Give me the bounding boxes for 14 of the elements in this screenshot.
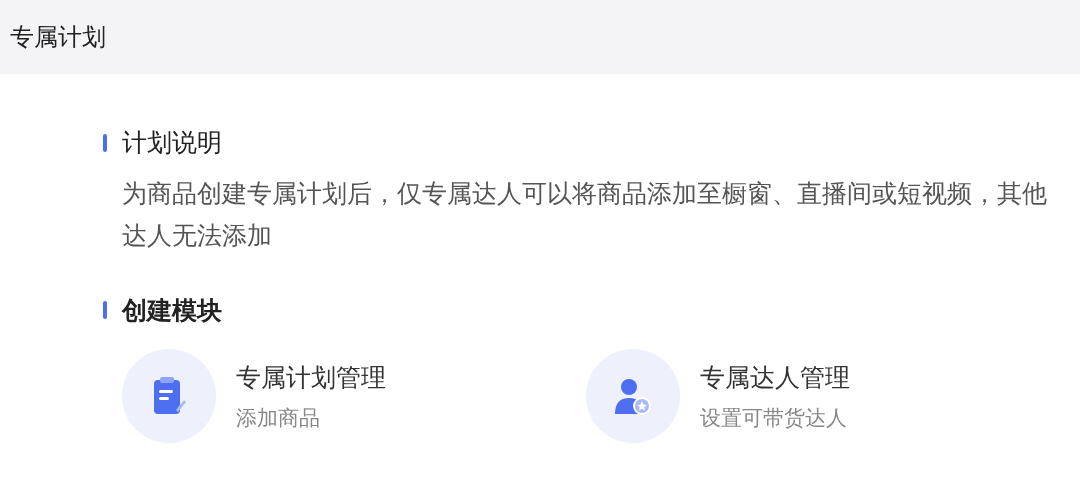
- module-title: 专属达人管理: [700, 361, 850, 393]
- section-title: 创建模块: [122, 294, 222, 326]
- page-title: 专属计划: [10, 22, 106, 52]
- person-star-icon: [613, 376, 653, 416]
- section-marker: [103, 301, 107, 320]
- section-title: 计划说明: [122, 127, 222, 158]
- module-subtitle: 设置可带货达人: [700, 405, 848, 431]
- section-description: 为商品创建专属计划后，仅专属达人可以将商品添加至橱窗、直播间或短视频，其他达人无法添加: [122, 177, 1048, 251]
- module-subtitle: 添加商品: [236, 405, 321, 431]
- module-card[interactable]: 专属达人管理 设置可带货达人: [586, 349, 1050, 443]
- module-card[interactable]: 专属计划管理 添加商品: [122, 349, 586, 443]
- module-title: 专属计划管理: [236, 361, 386, 393]
- clipboard-icon: [152, 376, 186, 416]
- section-marker: [103, 133, 107, 152]
